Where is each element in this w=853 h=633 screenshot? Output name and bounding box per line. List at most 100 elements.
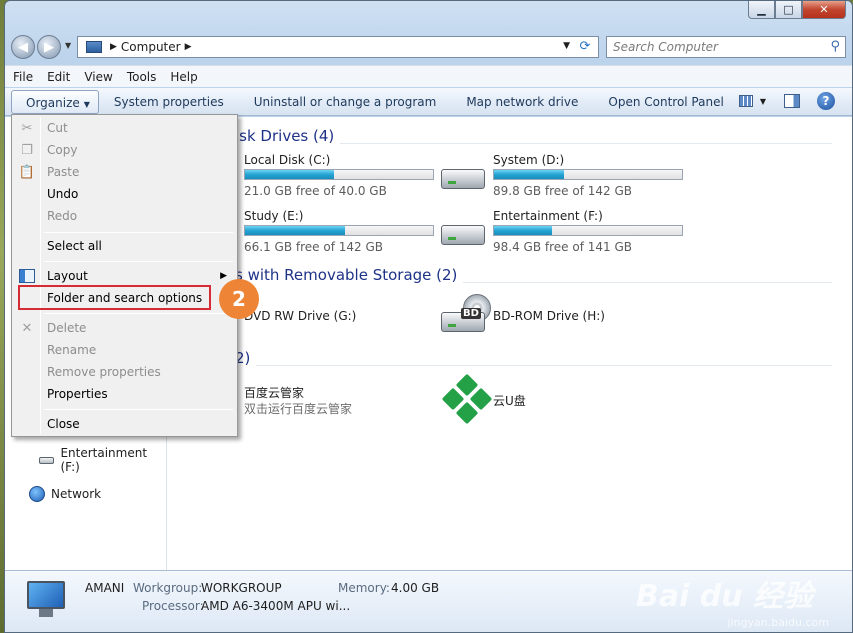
recent-pages-dropdown[interactable]: ▼: [65, 41, 71, 50]
back-button[interactable]: ◀: [11, 35, 35, 59]
drive-name: BD-ROM Drive (H:): [493, 309, 605, 323]
drive-usage-bar: [493, 169, 683, 180]
breadcrumb-chevron-icon[interactable]: ▶: [185, 42, 192, 52]
nav-item-entertainment[interactable]: Entertainment (F:): [39, 446, 166, 474]
drive-system-d[interactable]: System (D:) 89.8 GB free of 142 GB: [441, 153, 691, 203]
minimize-button[interactable]: ▁: [748, 1, 775, 19]
step-number-badge: 2: [219, 279, 259, 319]
scissors-icon: ✂: [21, 120, 33, 136]
menu-separator: [44, 313, 233, 314]
menu-tools[interactable]: Tools: [127, 70, 157, 84]
menu-item-label: Folder and search options: [47, 290, 203, 305]
nav-item-network[interactable]: Network: [29, 486, 101, 502]
command-bar: Organize ▼ System properties Uninstall or…: [5, 88, 852, 116]
view-options-dropdown[interactable]: ▼: [758, 92, 768, 110]
drive-name: DVD RW Drive (G:): [244, 309, 357, 323]
organize-context-menu: ✂ Cut ❐ Copy 📋 Paste Undo Redo Select all L…: [11, 114, 238, 437]
baidu-watermark-logo: Bai du 经验: [635, 579, 813, 614]
uninstall-program-button[interactable]: Uninstall or change a program: [239, 90, 452, 114]
menu-item-properties[interactable]: Properties: [14, 383, 235, 405]
drive-bd-rom-h[interactable]: BD BD-ROM Drive (H:): [441, 292, 691, 342]
change-view-button[interactable]: [736, 92, 756, 110]
menu-separator: [44, 261, 233, 262]
maximize-button[interactable]: □: [775, 1, 802, 19]
close-button[interactable]: ✕: [802, 1, 846, 19]
map-network-drive-button[interactable]: Map network drive: [451, 90, 593, 114]
help-button[interactable]: ?: [816, 92, 836, 110]
drive-usage-bar: [244, 169, 434, 180]
help-icon: ?: [817, 92, 835, 110]
menu-help[interactable]: Help: [170, 70, 197, 84]
menu-item-select-all[interactable]: Select all: [14, 235, 235, 257]
hard-drive-icon: [441, 219, 487, 247]
processor-value: AMD A6-3400M APU wi...: [201, 599, 351, 613]
navigation-row: ◀ ▶ ▼ ▶ Computer ▶ ▼ ⟳ Search Computer ⚲: [5, 33, 852, 61]
drive-name: Entertainment (F:): [493, 209, 603, 223]
menu-item-label: Undo: [47, 187, 79, 201]
section-title: isk Drives (4): [235, 127, 335, 145]
menu-item-remove-properties[interactable]: Remove properties: [14, 361, 235, 383]
drive-free-space: 98.4 GB free of 141 GB: [493, 240, 632, 254]
organize-button[interactable]: Organize ▼: [11, 89, 99, 114]
menu-item-rename[interactable]: Rename: [14, 339, 235, 361]
view-controls: ▼ ?: [722, 92, 836, 110]
menu-item-layout[interactable]: Layout ▶: [14, 265, 235, 287]
hard-drive-icon: [441, 163, 487, 191]
forward-button[interactable]: ▶: [37, 35, 61, 59]
menu-item-copy[interactable]: ❐ Copy: [14, 139, 235, 161]
refresh-icon[interactable]: ⟳: [576, 39, 594, 55]
search-icon[interactable]: ⚲: [830, 39, 840, 54]
search-input[interactable]: Search Computer ⚲: [606, 36, 846, 58]
bd-label: BD: [461, 308, 481, 319]
menu-item-label: Redo: [47, 209, 78, 223]
item-yun-u-disk[interactable]: 云U盘: [441, 373, 691, 425]
item-name: 百度云管家: [244, 386, 305, 400]
drive-usage-bar: [493, 225, 683, 236]
processor-label: Processor:: [142, 599, 204, 613]
menu-bar: File Edit View Tools Help: [5, 65, 852, 87]
drive-free-space: 21.0 GB free of 40.0 GB: [244, 184, 387, 198]
breadcrumb-separator-icon[interactable]: ▶: [110, 42, 117, 52]
menu-item-cut[interactable]: ✂ Cut: [14, 117, 235, 139]
menu-item-label: Rename: [47, 343, 97, 357]
network-icon: [29, 486, 45, 502]
drive-usage-fill: [494, 170, 564, 179]
section-hard-disk-drives[interactable]: isk Drives (4): [235, 127, 341, 145]
address-dropdown-icon[interactable]: ▼: [563, 41, 570, 51]
menu-item-folder-and-search-options[interactable]: Folder and search options: [18, 285, 211, 310]
menu-item-delete[interactable]: ✕ Delete: [14, 317, 235, 339]
yun-u-disk-logo-icon: [441, 373, 493, 425]
system-properties-button[interactable]: System properties: [99, 90, 239, 114]
menu-item-label: Remove properties: [47, 365, 161, 379]
drive-usage-fill: [245, 170, 335, 179]
menu-edit[interactable]: Edit: [47, 70, 70, 84]
open-control-panel-button[interactable]: Open Control Panel: [593, 90, 738, 114]
menu-item-close[interactable]: Close: [14, 413, 235, 435]
menu-item-label: Close: [47, 417, 80, 431]
section-title: s with Removable Storage (2): [235, 266, 458, 284]
drive-usage-fill: [494, 226, 553, 235]
menu-item-redo[interactable]: Redo: [14, 205, 235, 227]
menu-item-label: Layout: [47, 269, 88, 283]
section-other[interactable]: 2): [235, 349, 257, 367]
preview-pane-button[interactable]: [782, 92, 802, 110]
view-grid-icon: [739, 95, 753, 107]
caption-buttons: ▁ □ ✕: [748, 1, 846, 19]
paste-icon: 📋: [18, 164, 36, 180]
section-removable-storage[interactable]: s with Removable Storage (2): [235, 266, 464, 284]
drive-entertainment-f[interactable]: Entertainment (F:) 98.4 GB free of 141 G…: [441, 209, 691, 259]
computer-icon: [86, 41, 102, 53]
address-bar[interactable]: ▶ Computer ▶ ▼ ⟳: [77, 36, 599, 58]
menu-item-label: Copy: [47, 143, 78, 157]
breadcrumb-computer[interactable]: Computer: [121, 40, 181, 54]
menu-item-label: Properties: [47, 387, 108, 401]
computer-name: AMANI: [85, 581, 125, 595]
menu-item-label: Select all: [47, 239, 102, 253]
chevron-down-icon: ▼: [83, 99, 90, 109]
drive-icon: [39, 456, 55, 464]
menu-item-label: Cut: [47, 121, 68, 135]
menu-item-undo[interactable]: Undo: [14, 183, 235, 205]
menu-item-paste[interactable]: 📋 Paste: [14, 161, 235, 183]
menu-file[interactable]: File: [13, 70, 33, 84]
menu-view[interactable]: View: [84, 70, 112, 84]
